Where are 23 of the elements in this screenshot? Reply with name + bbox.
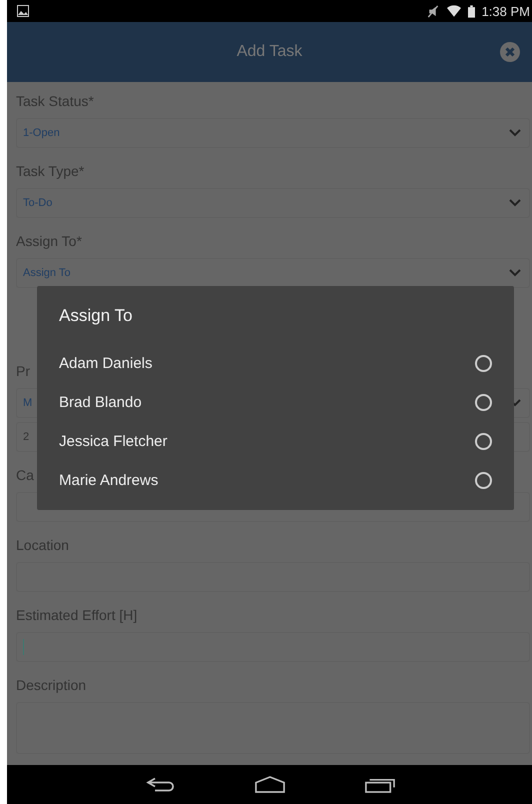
image-icon bbox=[17, 5, 29, 17]
dialog-title: Assign To bbox=[58, 306, 134, 326]
chevron-icon bbox=[509, 199, 521, 207]
chevron-icon bbox=[509, 129, 521, 137]
status-time: 1:38 PM bbox=[482, 4, 530, 18]
radio-button[interactable] bbox=[475, 433, 492, 450]
assignee-option[interactable]: Brad Blando bbox=[37, 383, 514, 422]
radio-button[interactable] bbox=[475, 394, 492, 411]
assignee-option[interactable]: Marie Andrews bbox=[37, 461, 514, 500]
radio-button[interactable] bbox=[475, 355, 492, 372]
radio-button[interactable] bbox=[475, 472, 492, 489]
back-icon[interactable] bbox=[144, 776, 174, 793]
home-icon[interactable] bbox=[254, 776, 284, 793]
recent-apps-icon[interactable] bbox=[364, 776, 394, 793]
chevron-icon bbox=[509, 269, 521, 277]
input-field[interactable] bbox=[16, 632, 530, 662]
assignee-option[interactable]: Jessica Fletcher bbox=[37, 422, 514, 461]
muted-icon bbox=[426, 4, 440, 18]
battery-icon bbox=[468, 4, 475, 18]
wifi-icon bbox=[446, 4, 461, 18]
close-icon[interactable] bbox=[500, 42, 520, 62]
assignee-option[interactable]: Adam Daniels bbox=[37, 344, 514, 383]
header-title: Add Task bbox=[236, 43, 302, 61]
